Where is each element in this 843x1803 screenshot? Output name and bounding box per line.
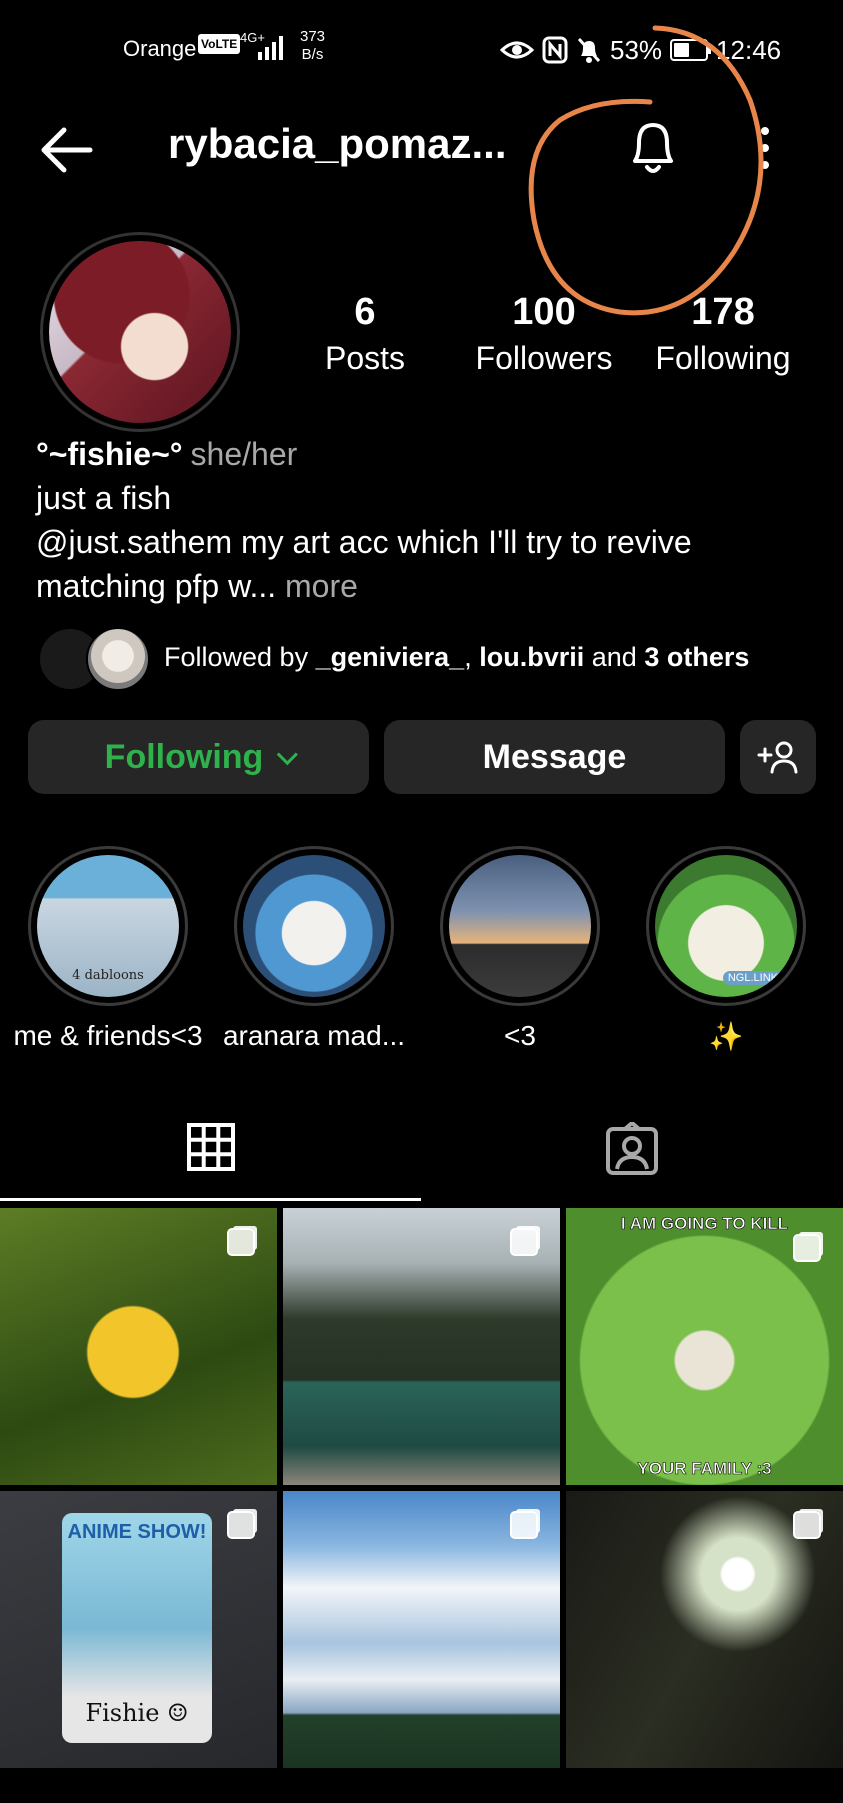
profile-avatar[interactable] — [40, 232, 240, 432]
profile-username: rybacia_pomaz... — [168, 120, 507, 167]
battery-percent: 53% — [610, 34, 663, 65]
eye-comfort-icon — [500, 41, 534, 59]
followed-by-others[interactable]: 3 others — [644, 642, 749, 672]
ngl-link-badge: NGL.LINK — [722, 971, 783, 985]
signal-icon — [258, 34, 290, 60]
followed-by-user[interactable]: _geniviera_ — [316, 642, 465, 672]
followed-by-avatars[interactable] — [38, 627, 150, 691]
chevron-down-icon — [277, 743, 299, 765]
highlight-cover-text: 4 dabloons — [72, 968, 144, 983]
tagged-tab-icon[interactable] — [605, 1122, 659, 1176]
highlight-aranara[interactable] — [234, 846, 394, 1006]
add-person-icon — [757, 741, 798, 774]
following-button-label: Following — [104, 737, 264, 776]
mute-icon — [577, 37, 601, 63]
carrier-name: Orange — [123, 36, 197, 61]
highlight-label: me & friends<3 — [13, 1020, 203, 1051]
active-tab-indicator — [0, 1198, 421, 1201]
suggest-users-button[interactable] — [740, 720, 816, 794]
highlight-me-and-friends[interactable]: 4 dabloons — [28, 846, 188, 1006]
clock: 12:46 — [716, 34, 782, 65]
bio-truncated-text: matching pfp w... — [36, 568, 277, 604]
carousel-icon — [510, 1511, 538, 1539]
status-icons: 53% 12:46 — [500, 32, 781, 68]
bio-line-2: @just.sathem my art acc which I'll try t… — [36, 524, 692, 560]
bio-line-3: matching pfp w... more — [36, 568, 358, 605]
posts-label: Posts — [324, 340, 406, 376]
following-label: Following — [655, 340, 791, 376]
volte-badge: VoLTE — [198, 34, 241, 54]
message-button-label: Message — [482, 737, 627, 776]
bio-name-row: °~fishie~° she/her — [36, 436, 297, 473]
highlight-cover — [243, 855, 385, 997]
pronouns: she/her — [190, 436, 298, 472]
post-thumbnail[interactable]: I AM GOING TO KILL YOUR FAMILY :3 — [566, 1208, 843, 1485]
card-title: ANIME SHOW! — [67, 1521, 207, 1543]
carousel-icon — [510, 1228, 538, 1256]
bio-line-1: just a fish — [36, 480, 172, 516]
followed-by-prefix: Followed by — [164, 642, 309, 672]
posts-count: 6 — [354, 291, 376, 333]
followed-by-text[interactable]: Followed by _geniviera_, lou.bvrii and 3… — [164, 642, 749, 673]
highlight-label: ✨ — [708, 1021, 744, 1052]
grid-tab-icon[interactable] — [186, 1122, 236, 1172]
post-thumbnail[interactable] — [0, 1208, 277, 1485]
back-arrow-icon[interactable] — [36, 120, 96, 180]
battery-icon — [670, 39, 712, 61]
meme-top-text: I AM GOING TO KILL — [620, 1214, 789, 1234]
following-button[interactable]: Following — [28, 720, 369, 794]
speed-value: 373 — [300, 28, 326, 45]
badge-card: ANIME SHOW! Fishie ☺ — [62, 1513, 212, 1743]
following-count: 178 — [691, 291, 755, 333]
followed-by-separator: , — [464, 642, 472, 672]
highlight-cover: 4 dabloons — [37, 855, 179, 997]
carousel-icon — [227, 1228, 255, 1256]
stat-posts[interactable]: 6 Posts — [302, 290, 428, 378]
followers-label: Followers — [475, 340, 613, 376]
stat-following[interactable]: 178 Following — [644, 290, 802, 378]
speed-unit: B/s — [301, 46, 324, 63]
card-name: Fishie ☺ — [85, 1699, 189, 1727]
message-button[interactable]: Message — [384, 720, 725, 794]
carousel-icon — [793, 1234, 821, 1262]
more-options-icon[interactable] — [758, 125, 772, 171]
network-speed: 373 B/s — [300, 28, 325, 64]
highlight-sparkles[interactable]: NGL.LINK — [646, 846, 806, 1006]
highlight-cover — [449, 855, 591, 997]
display-name: °~fishie~° — [36, 436, 183, 472]
notification-bell-icon[interactable] — [625, 115, 681, 179]
post-thumbnail[interactable] — [283, 1208, 560, 1485]
highlight-heart[interactable] — [440, 846, 600, 1006]
highlight-label: aranara mad... — [222, 1020, 406, 1051]
highlight-label: <3 — [504, 1020, 536, 1051]
nfc-icon — [542, 36, 568, 64]
followed-by-user[interactable]: lou.bvrii — [479, 642, 584, 672]
carousel-icon — [793, 1511, 821, 1539]
follower-avatar — [86, 627, 150, 691]
avatar-image — [49, 241, 231, 423]
stat-followers[interactable]: 100 Followers — [465, 290, 623, 378]
post-thumbnail[interactable]: ANIME SHOW! Fishie ☺ — [0, 1491, 277, 1768]
post-thumbnail[interactable] — [566, 1491, 843, 1768]
followed-by-and: and — [591, 642, 637, 672]
status-bar: Orange VoLTE 4G+ 373 B/s 53% 12:46 — [0, 0, 843, 100]
followers-count: 100 — [512, 291, 576, 333]
meme-bottom-text: YOUR FAMILY :3 — [637, 1459, 772, 1479]
highlight-cover: NGL.LINK — [655, 855, 797, 997]
carousel-icon — [227, 1511, 255, 1539]
bio-more-link[interactable]: more — [285, 568, 358, 604]
post-thumbnail[interactable] — [283, 1491, 560, 1768]
